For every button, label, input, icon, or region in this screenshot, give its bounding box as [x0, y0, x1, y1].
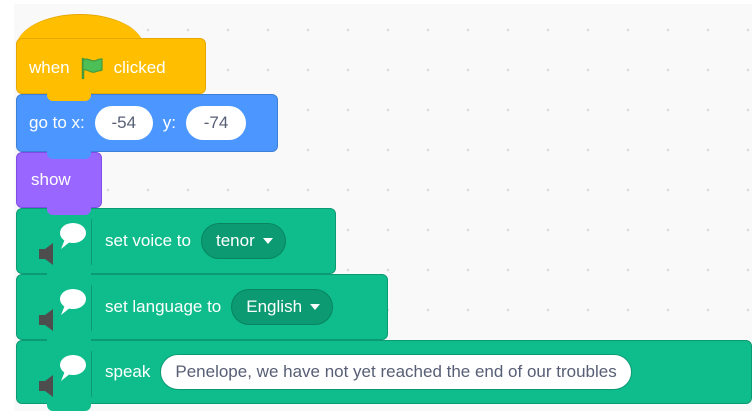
set-voice-block[interactable]: set voice to tenor: [16, 208, 336, 281]
text-to-speech-icon: [39, 355, 86, 397]
voice-dropdown[interactable]: tenor: [201, 223, 286, 259]
language-dropdown[interactable]: English: [231, 289, 334, 325]
set-language-label: set language to: [105, 297, 222, 316]
block-notch: [47, 339, 91, 347]
extension-divider: [91, 351, 92, 397]
block-notch: [47, 273, 91, 281]
speak-text-input[interactable]: Penelope, we have not yet reached the en…: [160, 354, 632, 390]
x-input[interactable]: -54: [94, 106, 153, 140]
clicked-label: clicked: [113, 58, 166, 77]
block-notch: [47, 403, 91, 411]
block-notch: [47, 207, 91, 215]
language-dropdown-value: English: [246, 297, 303, 316]
text-to-speech-icon: [39, 289, 86, 331]
set-language-block[interactable]: set language to English: [16, 274, 388, 347]
show-label: show: [31, 170, 71, 189]
text-to-speech-icon: [39, 223, 86, 265]
script-stack: when clicked go to x: -54 y: -74 show se…: [0, 0, 752, 411]
dropdown-caret-icon: [310, 304, 321, 310]
go-to-x-label: go to x:: [29, 113, 85, 132]
set-voice-label: set voice to: [105, 231, 191, 250]
go-to-xy-block[interactable]: go to x: -54 y: -74: [16, 94, 278, 159]
when-flag-clicked-block[interactable]: when clicked: [16, 38, 206, 101]
extension-divider: [91, 219, 92, 265]
y-label: y:: [162, 113, 176, 132]
y-input[interactable]: -74: [186, 106, 246, 140]
green-flag-icon: [78, 56, 106, 80]
show-block[interactable]: show: [16, 152, 102, 215]
extension-divider: [91, 285, 92, 331]
dropdown-caret-icon: [262, 238, 273, 244]
block-notch: [47, 151, 91, 159]
speak-block[interactable]: speak Penelope, we have not yet reached …: [16, 340, 752, 411]
voice-dropdown-value: tenor: [216, 231, 255, 250]
speak-label: speak: [105, 362, 151, 381]
block-notch: [47, 93, 91, 101]
when-label: when: [29, 58, 70, 77]
